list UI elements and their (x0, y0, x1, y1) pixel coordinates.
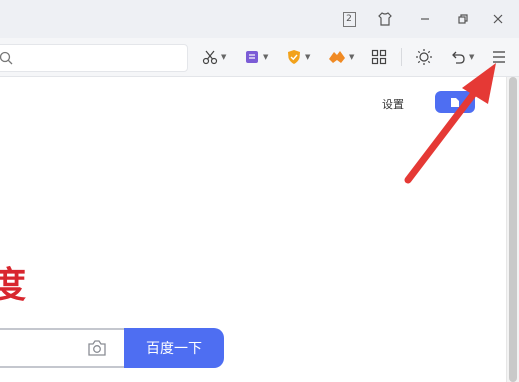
brightness-icon (416, 49, 432, 65)
title-bar: 2 (0, 0, 519, 38)
skin-button[interactable] (374, 8, 396, 30)
camera-icon (88, 340, 106, 356)
close-button[interactable] (487, 8, 509, 30)
login-button[interactable] (435, 91, 475, 113)
shirt-icon (378, 12, 392, 26)
apps-icon (371, 49, 387, 65)
scrollbar-thumb[interactable] (509, 77, 517, 382)
security-tool[interactable]: ▼ (286, 47, 310, 67)
restore-button[interactable] (452, 8, 474, 30)
search-submit-button[interactable]: 百度一下 (124, 328, 224, 368)
browser-toolbar: ▼ ▼ ▼ ▼ ▼ (0, 38, 519, 77)
search-icon (0, 51, 13, 65)
baidu-logo-partial: 度 (0, 265, 27, 306)
chevron-down-icon: ▼ (305, 53, 311, 61)
vertical-scrollbar[interactable] (506, 77, 519, 382)
restore-icon (458, 14, 468, 24)
document-icon (451, 97, 459, 107)
chevron-down-icon: ▼ (349, 53, 355, 61)
undo-icon (452, 51, 465, 64)
menu-icon (493, 51, 505, 63)
minimize-button[interactable] (414, 8, 436, 30)
chevron-down-icon: ▼ (469, 53, 475, 61)
minimize-icon (421, 18, 429, 20)
chevron-down-icon: ▼ (263, 53, 269, 61)
chevron-down-icon: ▼ (221, 53, 227, 61)
toolbar-divider (401, 48, 402, 66)
settings-link[interactable]: 设置 (382, 96, 404, 112)
game-tool[interactable]: ▼ (328, 47, 354, 67)
notes-icon (246, 51, 258, 63)
notes-tool[interactable]: ▼ (244, 47, 268, 67)
address-bar[interactable] (0, 44, 188, 72)
tab-count-badge[interactable]: 2 (338, 8, 360, 30)
brightness-tool[interactable] (415, 47, 433, 67)
main-menu-button[interactable] (491, 47, 507, 67)
apps-tool[interactable] (371, 47, 387, 67)
screenshot-tool[interactable]: ▼ (202, 47, 226, 67)
undo-tool[interactable]: ▼ (450, 47, 474, 67)
shield-icon (288, 50, 300, 64)
tab-count-number: 2 (342, 11, 356, 27)
image-search-button[interactable] (86, 338, 108, 358)
game-icon (329, 51, 345, 63)
scissors-icon (202, 50, 218, 65)
close-icon (493, 14, 503, 24)
